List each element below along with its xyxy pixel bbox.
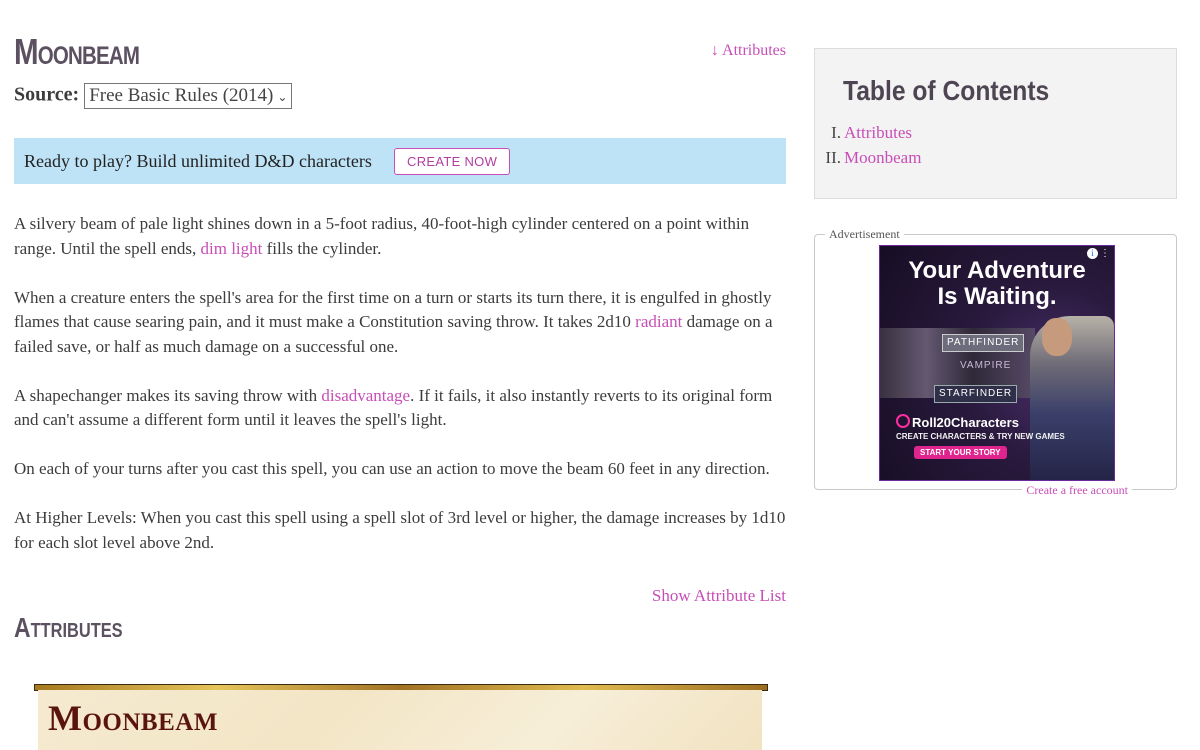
source-select-value: Free Basic Rules (2014)	[89, 85, 274, 106]
description-paragraph: When a creature enters the spell's area …	[14, 286, 786, 360]
text-span: A silvery beam of pale light shines down…	[14, 214, 750, 258]
ad-brand-text: Roll20Characters	[912, 415, 1019, 430]
description-paragraph: On each of your turns after you cast thi…	[14, 459, 770, 478]
title-row: Moonbeam ↓ Attributes	[14, 28, 786, 78]
ad-headline: Your Adventure Is Waiting.	[880, 258, 1114, 310]
description-paragraph: A shapechanger makes its saving throw wi…	[14, 384, 786, 433]
source-select[interactable]: Free Basic Rules (2014) ⌄	[84, 83, 293, 109]
table-of-contents: Table of Contents I. Attributes II. Moon…	[814, 48, 1177, 199]
show-attribute-list-link[interactable]: Show Attribute List	[652, 586, 786, 606]
main-content: Moonbeam ↓ Attributes Source: Free Basic…	[14, 28, 786, 750]
disadvantage-link[interactable]: disadvantage	[321, 386, 410, 405]
ad-headline-line: Is Waiting.	[937, 283, 1057, 310]
ad-brand-logo: Roll20Characters	[896, 414, 1019, 430]
spell-card: Moonbeam	[34, 684, 768, 750]
advertisement-label: Advertisement	[825, 227, 904, 241]
ad-headline-line: Your Adventure	[908, 257, 1086, 284]
page: Moonbeam ↓ Attributes Source: Free Basic…	[0, 0, 1200, 750]
description-paragraph: At Higher Levels: When you cast this spe…	[14, 508, 786, 552]
info-icon[interactable]: i ⋮	[1087, 248, 1110, 259]
ad-tagline: CREATE CHARACTERS & TRY NEW GAMES	[896, 432, 1065, 441]
page-title: Moonbeam	[14, 31, 140, 72]
roll20-logo-icon	[896, 414, 910, 428]
ad-tile-vampire: VAMPIRE	[960, 360, 1012, 371]
create-now-button[interactable]: CREATE NOW	[394, 148, 511, 175]
ad-tile-starfinder: STARFINDER	[934, 385, 1018, 403]
attributes-heading: Attributes	[14, 612, 123, 643]
toc-title: Table of Contents	[843, 75, 1050, 106]
ad-banner[interactable]: Your Adventure Is Waiting. i ⋮ PATHFINDER…	[879, 245, 1115, 481]
ad-tile-pathfinder: PATHFINDER	[942, 334, 1025, 352]
dim-light-link[interactable]: dim light	[201, 239, 263, 258]
toc-link-moonbeam[interactable]: Moonbeam	[844, 146, 921, 171]
advertisement-box: Advertisement Your Adventure Is Waiting.…	[814, 227, 1177, 497]
create-free-account-link[interactable]: Create a free account	[1022, 483, 1132, 497]
text-span: A shapechanger makes its saving throw wi…	[14, 385, 322, 405]
ad-wizard-face	[1042, 318, 1072, 356]
source-label: Source:	[14, 83, 80, 106]
ad-cta-button[interactable]: START YOUR STORY	[914, 446, 1007, 459]
spell-description: A silvery beam of pale light shines down…	[14, 212, 786, 580]
attributes-jump-link[interactable]: ↓ Attributes	[711, 42, 786, 60]
toc-item-number: I.	[831, 123, 841, 142]
promo-banner: Ready to play? Build unlimited D&D chara…	[14, 138, 786, 184]
toc-link-attributes[interactable]: Attributes	[844, 121, 912, 146]
promo-text: Ready to play? Build unlimited D&D chara…	[24, 151, 372, 171]
radiant-link[interactable]: radiant	[635, 312, 682, 331]
card-body: Moonbeam	[38, 690, 762, 750]
chevron-down-icon: ⌄	[277, 90, 288, 104]
text-span: fills the cylinder.	[262, 238, 382, 258]
toc-item-number: II.	[825, 147, 841, 167]
source-row: Source: Free Basic Rules (2014) ⌄	[14, 83, 293, 109]
card-title: Moonbeam	[48, 698, 218, 738]
description-paragraph: A silvery beam of pale light shines down…	[14, 212, 786, 261]
